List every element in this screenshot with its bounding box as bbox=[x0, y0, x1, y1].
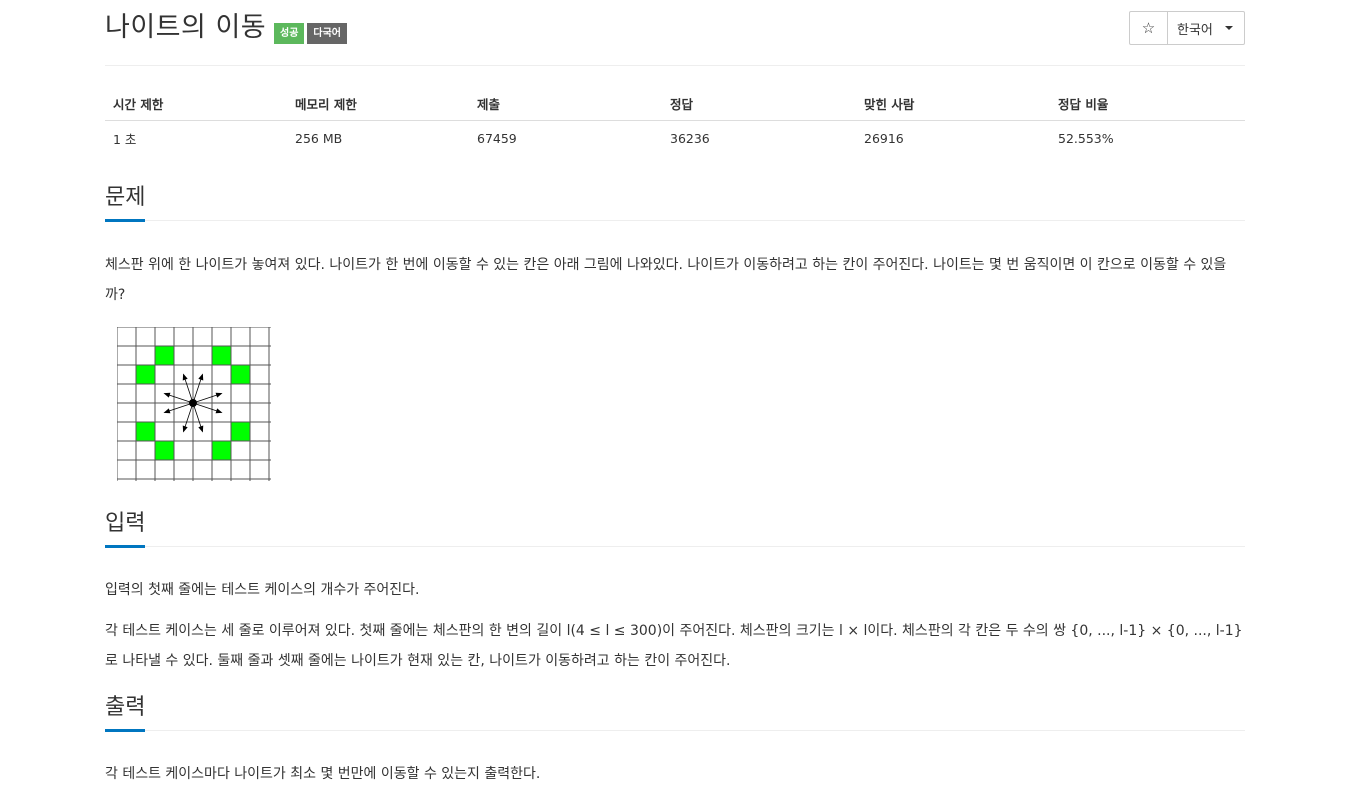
time-limit-value: 1 초 bbox=[113, 131, 137, 147]
table-header-row: 시간 제한 메모리 제한 제출 정답 맞힌 사람 정답 비율 bbox=[105, 86, 1245, 121]
problem-title: 나이트의 이동 bbox=[105, 12, 267, 43]
move-arrow-head bbox=[182, 373, 188, 381]
problem-description: 체스판 위에 한 나이트가 놓여져 있다. 나이트가 한 번에 이동할 수 있는… bbox=[105, 257, 1227, 303]
header-solvers: 맞힌 사람 bbox=[856, 86, 1050, 121]
memory-limit-value: 256 MB bbox=[295, 130, 343, 146]
knight-moves-figure bbox=[117, 327, 271, 481]
knight-target-cell bbox=[231, 422, 250, 441]
knight-target-cell bbox=[231, 365, 250, 384]
knight-target-cell bbox=[212, 346, 231, 365]
move-arrow-head bbox=[198, 373, 204, 381]
header-ratio: 정답 비율 bbox=[1050, 86, 1245, 121]
problem-section-header: 문제 bbox=[105, 183, 1245, 222]
input-description-1: 입력의 첫째 줄에는 테스트 케이스의 개수가 주어진다. bbox=[105, 582, 420, 598]
ratio-value: 52.553% bbox=[1058, 130, 1114, 146]
problem-heading: 문제 bbox=[105, 183, 146, 222]
badge-group: 성공 다국어 bbox=[274, 23, 348, 44]
move-arrow-head bbox=[163, 408, 171, 414]
move-arrow-head bbox=[163, 392, 171, 398]
knight-position-dot bbox=[189, 399, 197, 407]
output-section-header: 출력 bbox=[105, 693, 1245, 732]
solvers-value: 26916 bbox=[864, 130, 904, 146]
problem-toolbar: ☆ 한국어 bbox=[1129, 11, 1245, 45]
star-icon: ☆ bbox=[1141, 19, 1156, 37]
page-header: 나이트의 이동 성공 다국어 ☆ 한국어 bbox=[105, 0, 1245, 66]
knight-target-cell bbox=[155, 346, 174, 365]
accepted-value: 36236 bbox=[670, 130, 710, 146]
table-row: 1 초 256 MB 67459 36236 26916 52.553% bbox=[105, 121, 1245, 156]
input-description-2: 각 테스트 케이스는 세 줄로 이루어져 있다. 첫째 줄에는 체스판의 한 변… bbox=[105, 623, 1243, 669]
input-heading: 입력 bbox=[105, 509, 146, 548]
language-label: 한국어 bbox=[1177, 22, 1213, 38]
language-dropdown[interactable]: 한국어 bbox=[1168, 12, 1244, 44]
status-badge-success: 성공 bbox=[274, 23, 305, 44]
knight-target-cell bbox=[212, 441, 231, 460]
header-accepted: 정답 bbox=[662, 86, 856, 121]
header-submissions: 제출 bbox=[469, 86, 662, 121]
knight-target-cell bbox=[136, 365, 155, 384]
header-memory-limit: 메모리 제한 bbox=[287, 86, 469, 121]
output-heading: 출력 bbox=[105, 693, 146, 732]
problem-info-table: 시간 제한 메모리 제한 제출 정답 맞힌 사람 정답 비율 1 초 256 M… bbox=[105, 86, 1245, 155]
submissions-value: 67459 bbox=[477, 130, 517, 146]
knight-target-cell bbox=[155, 441, 174, 460]
problem-page: 나이트의 이동 성공 다국어 ☆ 한국어 시간 제한 메모리 제한 제출 정답 … bbox=[105, 0, 1245, 782]
knight-target-cell bbox=[136, 422, 155, 441]
move-arrow-head bbox=[215, 408, 223, 414]
move-arrow-head bbox=[198, 425, 204, 433]
status-badge-multilang: 다국어 bbox=[307, 23, 348, 44]
input-section-header: 입력 bbox=[105, 509, 1245, 548]
chevron-down-icon bbox=[1224, 26, 1233, 30]
output-description: 각 테스트 케이스마다 나이트가 최소 몇 번만에 이동할 수 있는지 출력한다… bbox=[105, 766, 541, 782]
move-arrow-head bbox=[215, 392, 223, 398]
star-button[interactable]: ☆ bbox=[1130, 12, 1168, 44]
move-arrow-head bbox=[182, 425, 188, 433]
header-time-limit: 시간 제한 bbox=[105, 86, 287, 121]
